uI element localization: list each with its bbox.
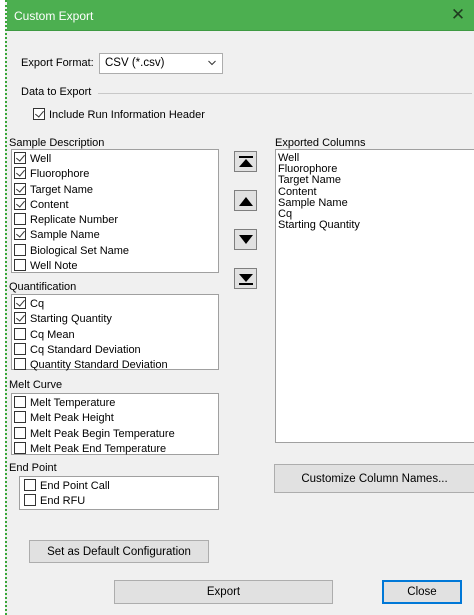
list-item[interactable]: Melt Peak End Temperature (14, 441, 216, 457)
checkbox[interactable] (14, 327, 26, 340)
list-item[interactable]: Target Name (278, 175, 473, 186)
list-item[interactable]: Target Name (14, 182, 216, 198)
set-default-configuration-button[interactable]: Set as Default Configuration (29, 540, 209, 563)
list-item-label: Quantity Standard Deviation (30, 359, 168, 372)
list-item[interactable]: Sample Name (278, 197, 473, 209)
checkbox[interactable] (14, 182, 26, 195)
list-item[interactable]: Quantity Standard Deviation (14, 358, 216, 373)
checkbox[interactable] (14, 426, 26, 439)
list-item[interactable]: End RFU (24, 494, 214, 509)
customize-column-names-button[interactable]: Customize Column Names... (274, 464, 474, 493)
checkbox[interactable] (14, 396, 26, 408)
list-item[interactable]: Biological Set Name (14, 243, 216, 259)
list-item[interactable]: End Point Call (24, 479, 214, 494)
close-button[interactable]: Close (382, 580, 462, 604)
checkbox[interactable] (14, 243, 26, 256)
include-header-checkbox[interactable]: Include Run Information Header (33, 108, 205, 121)
list-item[interactable]: Starting Quantity (14, 312, 216, 327)
checkbox[interactable] (14, 167, 26, 180)
quantification-label: Quantification (9, 281, 77, 293)
list-item-label: Target Name (30, 183, 93, 196)
list-item[interactable]: Well (14, 152, 216, 167)
checkbox[interactable] (24, 494, 36, 507)
export-button[interactable]: Export (114, 580, 333, 604)
checkbox[interactable] (14, 358, 26, 371)
list-item-label: Sample Name (30, 229, 100, 242)
move-to-bottom-button[interactable] (234, 268, 257, 289)
end-point-label: End Point (9, 462, 57, 474)
move-to-top-button[interactable] (234, 151, 257, 172)
list-item-label: Cq (30, 298, 45, 310)
list-item-label: Melt Peak Height (30, 412, 114, 425)
exported-columns-list[interactable]: Well Fluorophore Target Name Content Sample … (275, 149, 474, 443)
checkbox[interactable] (14, 228, 26, 241)
list-item[interactable]: Starting Quantity (278, 220, 473, 231)
list-item[interactable]: Cq Mean (14, 327, 216, 343)
list-item[interactable]: Content (14, 197, 216, 213)
move-to-top-icon (238, 155, 253, 167)
melt-curve-list: Melt Temperature Melt Peak Height Melt Pea… (11, 393, 219, 455)
melt-curve-label: Melt Curve (9, 379, 63, 391)
sample-description-list: Well Fluorophore Target Name Content Replica… (11, 149, 219, 273)
list-item-label: Melt Peak End Temperature (30, 442, 167, 455)
list-item-label: Melt Peak Begin Temperature (30, 427, 175, 440)
checkbox[interactable] (14, 213, 26, 226)
list-item-label: Starting Quantity (30, 313, 112, 326)
list-item-label: Content (30, 198, 69, 211)
checkbox[interactable] (14, 312, 26, 325)
list-item[interactable]: Sample Name (14, 228, 216, 243)
quantification-list: Cq Starting Quantity Cq Mean Cq Standard De… (11, 294, 219, 373)
move-to-bottom-icon (238, 273, 253, 285)
list-item[interactable]: Cq Standard Deviation (14, 342, 216, 358)
list-item[interactable]: Cq (14, 297, 216, 312)
close-icon[interactable]: ✕ (446, 4, 470, 26)
list-item-label: Biological Set Name (30, 244, 130, 257)
list-item-label: Well (30, 153, 52, 165)
include-header-label: Include Run Information Header (49, 109, 205, 121)
list-item[interactable]: Replicate Number (14, 213, 216, 228)
end-point-list: End Point Call End RFU (19, 476, 219, 510)
export-format-label: Export Format: (21, 57, 94, 69)
checkbox[interactable] (14, 342, 26, 355)
move-up-icon (238, 196, 253, 206)
export-format-value: CSV (*.csv) (105, 57, 165, 69)
move-down-button[interactable] (234, 229, 257, 250)
list-item-label: Cq Standard Deviation (30, 343, 141, 356)
checkbox[interactable] (14, 411, 26, 424)
move-up-button[interactable] (234, 190, 257, 211)
list-item[interactable]: Fluorophore (14, 167, 216, 182)
checkbox[interactable] (14, 152, 26, 164)
list-item-label: Cq Mean (30, 328, 75, 341)
data-to-export-label: Data to Export (21, 86, 92, 98)
title-bar: Custom Export ✕ (7, 0, 474, 31)
checkbox[interactable] (14, 297, 26, 309)
list-item-label: Replicate Number (30, 214, 119, 227)
export-format-dropdown[interactable]: CSV (*.csv) (99, 53, 223, 74)
exported-columns-label: Exported Columns (275, 137, 366, 149)
checkbox[interactable] (14, 259, 26, 272)
window-title: Custom Export (14, 9, 94, 23)
group-divider (98, 93, 472, 94)
list-item[interactable]: Melt Peak Height (14, 411, 216, 426)
chevron-down-icon (208, 60, 216, 66)
list-item-label: End Point Call (40, 480, 110, 492)
checkbox[interactable] (24, 479, 36, 491)
include-header-box[interactable] (33, 108, 45, 120)
list-item[interactable]: Melt Peak Begin Temperature (14, 426, 216, 442)
checkbox[interactable] (14, 197, 26, 210)
list-item[interactable]: Well Note (14, 259, 216, 274)
list-item-label: Melt Temperature (30, 397, 116, 409)
list-item-label: Well Note (30, 260, 78, 273)
list-item[interactable]: Melt Temperature (14, 396, 216, 411)
checkbox[interactable] (14, 441, 26, 454)
custom-export-dialog: Custom Export ✕ Export Format: CSV (*.cs… (5, 0, 474, 615)
sample-description-label: Sample Description (9, 137, 105, 149)
list-item-label: End RFU (40, 495, 86, 508)
list-item-label: Fluorophore (30, 168, 90, 181)
move-down-icon (238, 234, 253, 244)
